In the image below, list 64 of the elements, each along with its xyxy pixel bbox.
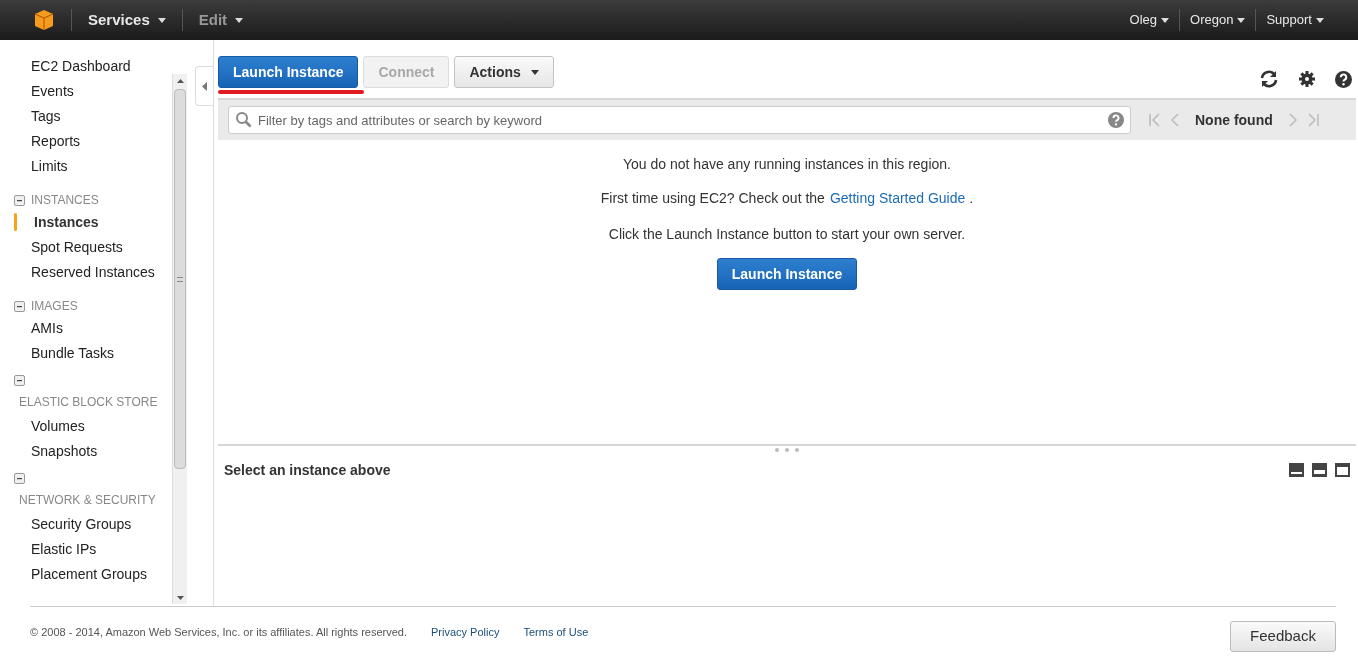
sidebar-item[interactable]: Reserved Instances <box>31 262 155 283</box>
section-heading: NETWORK & SECURITY <box>19 492 156 509</box>
menu-button[interactable]: Edit <box>182 8 260 32</box>
sidebar-item[interactable]: Limits <box>31 156 68 177</box>
collapse-icon[interactable] <box>14 300 25 312</box>
toolbar-button[interactable]: Launch Instance <box>218 56 359 88</box>
sidebar-item[interactable]: Volumes <box>31 416 85 437</box>
section-heading: IMAGES <box>31 298 78 315</box>
section-heading: ELASTIC BLOCK STORE <box>19 394 158 411</box>
left-triangle-icon <box>202 81 207 91</box>
help-icon[interactable] <box>1335 70 1352 88</box>
collapse-icon[interactable] <box>14 194 25 206</box>
caret-icon <box>157 17 166 23</box>
resize-handle-icon[interactable] <box>774 447 800 453</box>
sidebar-item[interactable]: Bundle Tasks <box>31 343 114 364</box>
sidebar-item[interactable]: AMIs <box>31 318 63 339</box>
section-heading: INSTANCES <box>31 192 99 209</box>
caret-icon <box>1161 17 1170 23</box>
sidebar-item[interactable]: EC2 Dashboard <box>31 56 131 77</box>
empty-message: You do not have any running instances in this region. <box>623 155 951 174</box>
menu-button[interactable]: Support <box>1256 10 1334 30</box>
caret-icon <box>1237 17 1246 23</box>
collapse-icon[interactable] <box>14 472 25 484</box>
panel-half-icon[interactable] <box>1312 463 1327 477</box>
empty-message: Click the Launch Instance button to start your own server. <box>608 225 966 244</box>
menu-button[interactable]: Oleg <box>1119 10 1180 30</box>
scroll-thumb[interactable] <box>174 89 186 469</box>
sidebar-item[interactable]: Spot Requests <box>31 237 123 258</box>
empty-message: First time using EC2? Check out the <box>600 189 825 208</box>
sidebar-item[interactable]: Reports <box>31 131 81 152</box>
feedback-button[interactable]: Feedback <box>1230 621 1336 652</box>
footer-link[interactable]: Terms of Use <box>523 624 589 641</box>
toolbar-button[interactable]: Actions <box>454 56 554 88</box>
cube-logo-icon <box>33 9 55 31</box>
copyright-text: © 2008 - 2014, Amazon Web Services, Inc. or its affiliates. All rights reserved. <box>30 625 407 641</box>
search-field[interactable]: Filter by tags and attributes or search by keyword <box>228 106 1131 134</box>
scroll-down-icon[interactable] <box>176 596 184 600</box>
details-title: Select an instance above <box>224 460 391 480</box>
scroll-up-icon[interactable] <box>176 79 184 83</box>
collapse-tab[interactable] <box>195 66 213 106</box>
panel-minimize-icon[interactable] <box>1289 463 1304 477</box>
pager-status: None found <box>1195 110 1273 130</box>
panel-maximize-icon[interactable] <box>1335 463 1350 477</box>
sidebar-item[interactable]: Placement Groups <box>31 564 147 585</box>
period-text: . <box>969 189 974 208</box>
sidebar-item[interactable]: Instances <box>34 212 99 233</box>
sidebar-item[interactable]: Elastic IPs <box>31 539 97 560</box>
sidebar-item[interactable]: Tags <box>31 106 61 127</box>
menu-button[interactable]: Oregon <box>1180 10 1256 30</box>
search-icon <box>235 111 252 128</box>
launch-button[interactable]: Launch Instance <box>716 258 858 290</box>
refresh-icon[interactable] <box>1259 70 1279 88</box>
menu-button[interactable]: Services <box>72 8 182 32</box>
caret-icon <box>235 17 244 23</box>
guide-link[interactable]: Getting Started Guide <box>829 188 966 209</box>
sidebar-item[interactable]: Snapshots <box>31 441 98 462</box>
scrollbar[interactable] <box>172 74 187 604</box>
caret-icon <box>530 69 539 75</box>
footer-link[interactable]: Privacy Policy <box>431 624 500 641</box>
settings-icon[interactable] <box>1299 71 1315 87</box>
caret-icon <box>1316 17 1324 23</box>
sidebar-item[interactable]: Security Groups <box>31 514 132 535</box>
sidebar-item[interactable]: Events <box>31 81 74 102</box>
collapse-icon[interactable] <box>14 374 25 386</box>
